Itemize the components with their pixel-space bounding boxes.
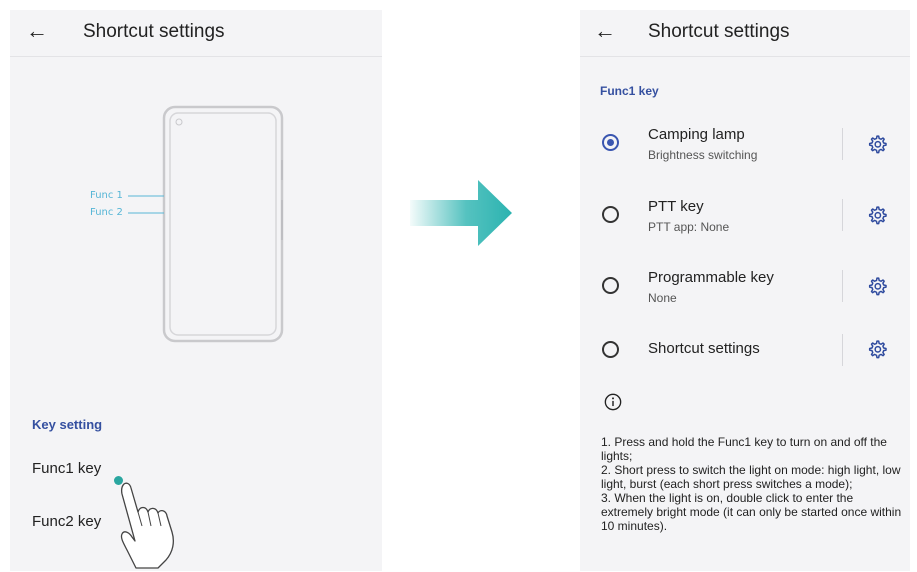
gear-icon[interactable] [867,205,887,225]
func2-key-item[interactable]: Func2 key [32,513,101,530]
func1-key-group-label: Func1 key [600,84,659,98]
option-title: Programmable key [648,269,774,286]
gear-icon[interactable] [867,339,887,359]
func1-key-item[interactable]: Func1 key [32,460,101,477]
info-line: 1. Press and hold the Func1 key to turn … [601,435,887,463]
info-line: 2. Short press to switch the light on mo… [601,463,901,491]
option-camping-lamp[interactable]: Camping lamp Brightness switching [580,114,910,174]
radio-button[interactable] [602,341,619,358]
option-subtitle: Brightness switching [648,148,758,162]
gear-icon[interactable] [867,276,887,296]
phone-screen-outline [169,112,277,336]
func2-label: Func 2 [90,207,123,218]
divider [842,128,843,160]
left-screen: ← Shortcut settings Func 1 Func 2 Key se… [10,10,382,571]
option-title: PTT key [648,198,704,215]
option-subtitle: None [648,291,677,305]
divider [842,334,843,366]
func1-label: Func 1 [90,190,123,201]
radio-button[interactable] [602,277,619,294]
info-description: 1. Press and hold the Func1 key to turn … [601,435,907,533]
right-screen: ← Shortcut settings Func1 key Camping la… [580,10,910,571]
hand-tap-icon [120,482,174,569]
info-icon [604,393,622,411]
option-title: Shortcut settings [648,340,760,357]
option-shortcut-settings[interactable]: Shortcut settings [580,327,910,387]
gear-icon[interactable] [867,134,887,154]
phone-diagram [128,105,284,343]
right-arrow-icon [410,180,512,246]
radio-button[interactable] [602,206,619,223]
front-camera-icon [175,118,183,126]
phone-body-outline [162,105,284,343]
divider [842,199,843,231]
info-line: 3. When the light is on, double click to… [601,491,902,533]
key-setting-section-label: Key setting [32,417,103,432]
page-title: Shortcut settings [648,21,790,42]
option-ptt-key[interactable]: PTT key PTT app: None [580,185,910,245]
option-title: Camping lamp [648,126,745,143]
divider [842,270,843,302]
back-arrow-icon[interactable]: ← [594,20,616,42]
radio-button-selected[interactable] [602,134,619,151]
app-bar: ← Shortcut settings [580,10,910,57]
option-subtitle: PTT app: None [648,220,730,234]
option-programmable-key[interactable]: Programmable key None [580,256,910,316]
